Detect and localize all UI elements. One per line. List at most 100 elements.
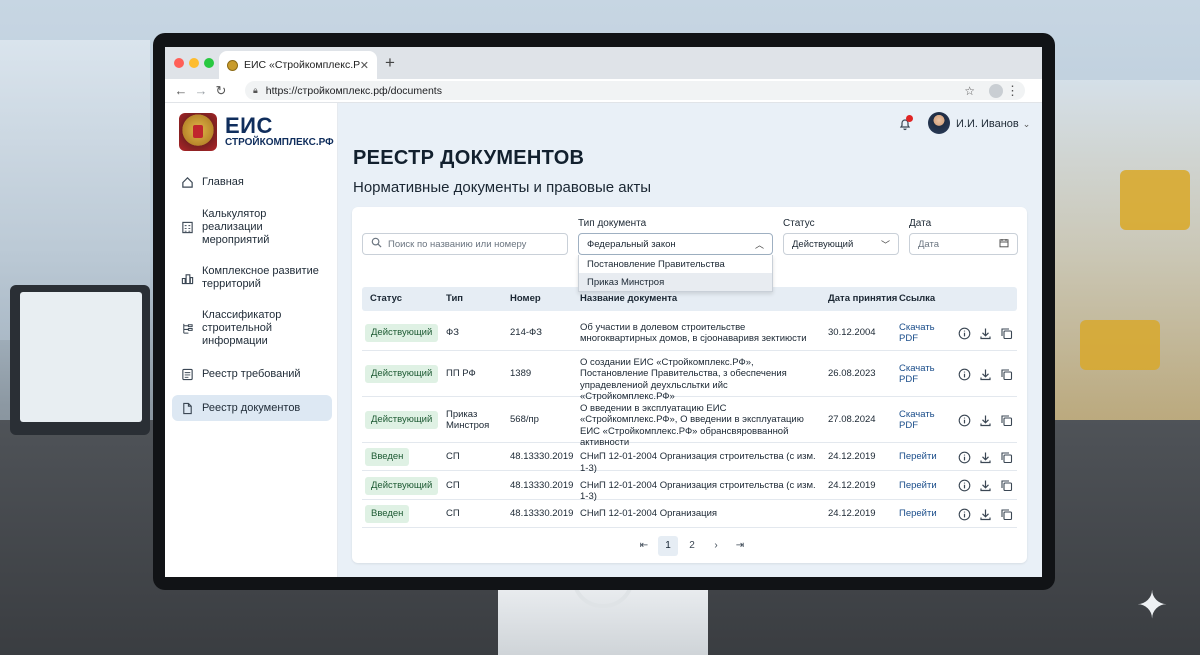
minimize-window-button[interactable] [189,58,199,68]
copy-icon[interactable] [1000,368,1013,381]
next-page-icon[interactable]: › [706,536,726,556]
documents-card: Поиск по названию или номеру Тип докумен… [352,207,1027,563]
copy-icon[interactable] [1000,479,1013,492]
close-window-button[interactable] [174,58,184,68]
copy-icon[interactable] [1000,327,1013,340]
sidebar-item-territory[interactable]: Комплексное развитие территорий [172,260,332,296]
document-link[interactable]: Скачать PDF [899,322,943,345]
download-icon[interactable] [979,327,992,340]
page-subtitle: Нормативные документы и правовые акты [353,179,652,196]
cell-number: 214-ФЗ [510,327,542,338]
new-tab-icon[interactable]: + [385,53,395,73]
back-icon[interactable]: ← [171,83,191,98]
document-link[interactable]: Перейти [899,451,943,463]
last-page-icon[interactable]: ⇥ [730,536,750,556]
cell-number: 48.13330.2019 [510,479,574,491]
browser-tab[interactable]: ЕИС «Стройкомплекс.РФ» ✕ [219,51,377,79]
chevron-down-icon: ⌄ [1022,119,1031,129]
sidebar-nav: Главная Калькулятор реализации мероприят… [172,169,332,429]
page-button-current[interactable]: 1 [658,536,678,556]
info-icon[interactable] [958,451,971,464]
sidebar: ЕИС СТРОЙКОМПЛЕКС.РФ Главная Калькулятор… [165,103,338,577]
download-icon[interactable] [979,368,992,381]
sidebar-item-classifier[interactable]: Классификатор строительной информации [172,304,332,353]
type-option[interactable]: Приказ Минстроя [579,273,772,291]
type-select[interactable]: Федеральный закон ︿ [578,233,773,255]
type-dropdown-menu: Постановление Правительства Приказ Минст… [578,255,773,292]
calculator-icon [180,221,194,235]
app: ЕИС СТРОЙКОМПЛЕКС.РФ Главная Калькулятор… [165,103,1042,577]
copy-icon[interactable] [1000,508,1013,521]
user-menu[interactable]: И.И. Иванов ⌄ [956,118,1030,130]
table-row[interactable]: Действующий ПП РФ 1389 О создании ЕИС «Стро… [362,351,1017,402]
document-link[interactable]: Скачать PDF [899,363,943,386]
type-filter-label: Тип документа [578,218,647,229]
info-icon[interactable] [958,327,971,340]
reload-icon[interactable]: ↻ [211,83,231,99]
logo[interactable]: ЕИС СТРОЙКОМПЛЕКС.РФ [179,113,334,151]
download-icon[interactable] [979,479,992,492]
browser-profile-icon[interactable] [989,83,1003,98]
sidebar-item-label: Классификатор строительной информации [202,309,282,347]
browser-menu-icon[interactable]: ⋮ [1006,83,1019,99]
url-text: https://стройкомплекс.рф/documents [265,84,442,97]
sidebar-item-documents[interactable]: Реестр документов [172,395,332,421]
column-header-date[interactable]: Дата принятия [828,287,897,311]
table-row[interactable]: Введен СП 48.13330.2019 СНиП 12-01-2004 Орг… [362,443,1017,474]
coat-of-arms-icon [179,113,217,151]
copy-icon[interactable] [1000,414,1013,427]
cell-date: 27.08.2024 [828,414,876,425]
search-input[interactable]: Поиск по названию или номеру [362,233,568,255]
cell-type: СП [446,451,460,462]
avatar[interactable] [928,112,950,134]
url-field[interactable]: 🔒︎ https://стройкомплекс.рф/documents ☆ … [245,81,1025,100]
column-header-status[interactable]: Статус [370,287,402,311]
row-actions [958,327,1013,340]
status-filter-label: Статус [783,218,815,229]
table-row[interactable]: Действующий ФЗ 214-ФЗ Об участии в долевом … [362,315,1017,351]
table-row[interactable]: Введен СП 48.13330.2019 СНиП 12-01-2004 Орг… [362,500,1017,528]
date-input[interactable]: Дата [909,233,1018,255]
cell-date: 24.12.2019 [828,508,876,519]
column-header-number[interactable]: Номер [510,287,541,311]
forward-icon[interactable]: → [191,83,211,98]
background-monitor-screen [20,292,142,422]
sidebar-item-calculator[interactable]: Калькулятор реализации мероприятий [172,203,332,252]
cell-date: 30.12.2004 [828,327,876,338]
download-icon[interactable] [979,451,992,464]
bookmark-star-icon[interactable]: ☆ [964,84,975,98]
info-icon[interactable] [958,479,971,492]
sidebar-item-home[interactable]: Главная [172,169,332,195]
table-row[interactable]: Действующий Приказ Минстроя 568/пр О введен… [362,397,1017,448]
document-link[interactable]: Скачать PDF [899,409,943,432]
calendar-icon [999,238,1009,250]
cell-date: 24.12.2019 [828,451,876,462]
maximize-window-button[interactable] [204,58,214,68]
close-tab-icon[interactable]: ✕ [360,59,369,72]
status-select[interactable]: Действующий ﹀ [783,233,899,255]
sidebar-item-requirements[interactable]: Реестр требований [172,361,332,387]
date-placeholder: Дата [918,238,940,250]
row-actions [958,368,1013,381]
cell-date: 24.12.2019 [828,479,876,491]
buildings-icon [180,271,194,285]
info-icon[interactable] [958,414,971,427]
user-name: И.И. Иванов [956,118,1019,130]
copy-icon[interactable] [1000,451,1013,464]
info-icon[interactable] [958,368,971,381]
browser-window: ЕИС «Стройкомплекс.РФ» ✕ + ← → ↻ 🔒︎ http… [165,47,1042,577]
download-icon[interactable] [979,508,992,521]
type-option[interactable]: Постановление Правительства [579,255,772,273]
column-header-type[interactable]: Тип [446,287,463,311]
download-icon[interactable] [979,414,992,427]
first-page-icon[interactable]: ⇤ [634,536,654,556]
document-link[interactable]: Перейти [899,480,943,492]
chevron-down-icon: ﹀ [880,239,890,250]
document-link[interactable]: Перейти [899,508,943,520]
table-row[interactable]: Действующий СП 48.13330.2019 СНиП 12-01-200… [362,471,1017,502]
column-header-link[interactable]: Ссылка [899,287,935,311]
info-icon[interactable] [958,508,971,521]
classifier-icon [180,322,194,336]
status-badge: Действующий [365,411,439,429]
page-button[interactable]: 2 [682,536,702,556]
